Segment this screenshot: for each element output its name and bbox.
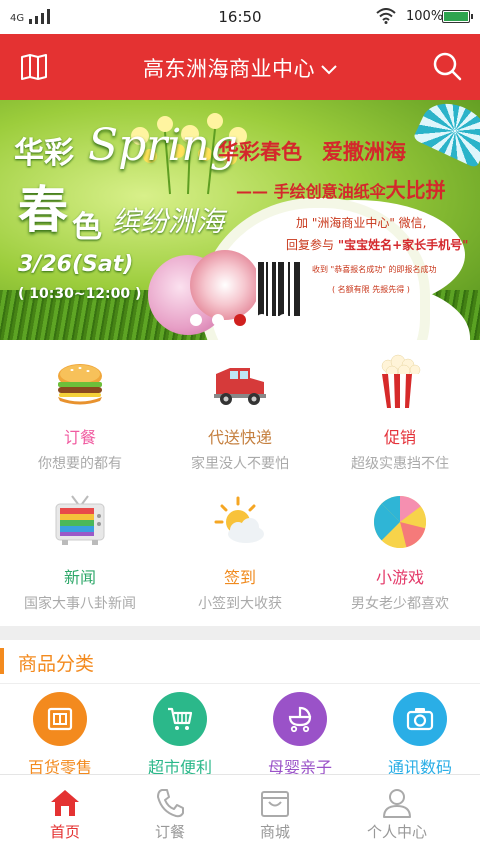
banner-text: Spring <box>88 120 238 171</box>
feature-checkin[interactable]: 签到 小签到大收获 <box>160 480 320 620</box>
feature-name: 签到 <box>223 568 256 587</box>
feature-desc: 你想要的都有 <box>38 456 122 472</box>
search-icon[interactable] <box>432 51 462 81</box>
nav-order[interactable]: 订餐 <box>115 775 225 854</box>
page-title: 高东洲海商业中心 <box>143 57 315 81</box>
category-circle <box>393 692 447 746</box>
feature-desc: 超级实惠挡不住 <box>351 456 449 472</box>
section-accent-bar <box>0 648 4 674</box>
feature-delivery[interactable]: 代送快递 家里没人不要怕 <box>160 340 320 480</box>
status-bar: 4G 16:50 100% <box>0 0 480 34</box>
banner-date: 3/26(Sat) <box>18 252 134 277</box>
category-digital[interactable]: 通讯数码 <box>360 684 480 777</box>
carousel-indicator <box>0 314 480 326</box>
carousel-dot[interactable] <box>212 314 224 326</box>
burger-icon <box>58 364 102 405</box>
beach-ball-icon <box>374 496 426 548</box>
feature-desc: 家里没人不要怕 <box>191 456 289 472</box>
section-divider <box>0 626 480 640</box>
home-icon <box>51 790 79 816</box>
feature-name: 小游戏 <box>375 568 424 587</box>
user-icon <box>383 789 411 818</box>
banner-note: 收到 "恭喜报名成功" 的即报名成功 <box>312 265 437 274</box>
banner-note: ( 名额有限 先报先得 ) <box>332 285 410 294</box>
feature-mini-games[interactable]: 小游戏 男女老少都喜欢 <box>320 480 480 620</box>
banner-text: 色 <box>72 210 102 245</box>
banner-time: ( 10:30~12:00 ) <box>18 286 142 302</box>
parasol-image <box>412 100 480 169</box>
banner-subline-text: —— 手绘创意油纸伞 <box>236 182 386 201</box>
feature-name: 促销 <box>383 428 416 447</box>
nav-home[interactable]: 首页 <box>10 775 120 854</box>
shopping-bag-icon <box>261 791 289 817</box>
banner-line: 加 "洲海商业中心" 微信, <box>296 216 427 230</box>
qr-code <box>256 260 302 318</box>
category-header: 商品分类 <box>0 640 480 684</box>
category-maternity-baby[interactable]: 母婴亲子 <box>240 684 360 777</box>
feature-name: 代送快递 <box>207 428 272 447</box>
cart-icon <box>168 707 193 730</box>
category-list: 百货零售 超市便利 母婴亲子 通讯数码 <box>0 684 480 777</box>
banner-headline: 爱撒洲海 <box>322 140 406 164</box>
wifi-icon <box>376 8 396 24</box>
popcorn-icon <box>381 354 421 408</box>
banner-line-highlight: "宝宝姓名+家长手机号" <box>337 238 469 252</box>
bottom-nav: 首页 订餐 商城 个人中心 <box>0 774 480 854</box>
nav-label: 个人中心 <box>366 823 427 841</box>
carousel-dot[interactable] <box>278 314 290 326</box>
stroller-icon <box>288 706 312 733</box>
phone-icon <box>157 789 184 818</box>
feature-desc: 国家大事八卦新闻 <box>24 596 136 612</box>
category-department-store[interactable]: 百货零售 <box>0 684 120 777</box>
feature-desc: 小签到大收获 <box>198 596 282 612</box>
umbrella-image <box>190 250 260 320</box>
category-supermarket[interactable]: 超市便利 <box>120 684 240 777</box>
banner-line: 回复参与 "宝宝姓名+家长手机号" <box>286 236 468 253</box>
feature-name: 订餐 <box>63 428 96 447</box>
category-circle <box>153 692 207 746</box>
banner-text: 缤纷洲海 <box>112 205 225 238</box>
banner-subline: —— 手绘创意油纸伞大比拼 <box>236 174 446 203</box>
feature-promotion[interactable]: 促销 超级实惠挡不住 <box>320 340 480 480</box>
banner-headline: 华彩春色 <box>218 140 302 164</box>
banner-text: 春 <box>18 180 68 239</box>
section-title: 商品分类 <box>18 653 95 675</box>
feature-grid: 订餐 你想要的都有 代送快递 家里没人不要怕 促销 超级实惠挡不住 新闻 国家大… <box>0 340 480 626</box>
carousel-dot[interactable] <box>190 314 202 326</box>
nav-label: 订餐 <box>154 823 185 841</box>
location-selector[interactable]: 高东洲海商业中心 <box>0 53 480 83</box>
banner-subline-big: 大比拼 <box>385 178 446 202</box>
nav-label: 首页 <box>49 823 80 841</box>
feature-name: 新闻 <box>63 568 96 587</box>
battery-icon <box>442 10 473 23</box>
category-circle <box>33 692 87 746</box>
app-header: 高东洲海商业中心 <box>0 34 480 100</box>
carousel-dot[interactable] <box>234 314 246 326</box>
banner-text: 华彩 <box>14 136 74 171</box>
feature-news[interactable]: 新闻 国家大事八卦新闻 <box>0 480 160 620</box>
banner-line-text: 回复参与 <box>286 238 338 252</box>
camera-icon <box>406 708 434 731</box>
store-icon <box>47 707 73 731</box>
nav-label: 商城 <box>259 823 290 841</box>
truck-icon <box>214 368 266 405</box>
category-circle <box>273 692 327 746</box>
feature-desc: 男女老少都喜欢 <box>351 596 449 612</box>
chevron-down-icon <box>321 65 337 75</box>
nav-profile[interactable]: 个人中心 <box>342 775 452 854</box>
nav-mall[interactable]: 商城 <box>220 775 330 854</box>
feature-order-food[interactable]: 订餐 你想要的都有 <box>0 340 160 480</box>
carousel-dot[interactable] <box>256 314 268 326</box>
tv-icon <box>55 495 105 545</box>
promo-banner[interactable]: 华彩 Spring 春 色 缤纷洲海 3/26(Sat) ( 10:30~12:… <box>0 100 480 340</box>
battery-percent: 100% <box>406 9 444 24</box>
sun-cloud-icon <box>214 496 264 543</box>
